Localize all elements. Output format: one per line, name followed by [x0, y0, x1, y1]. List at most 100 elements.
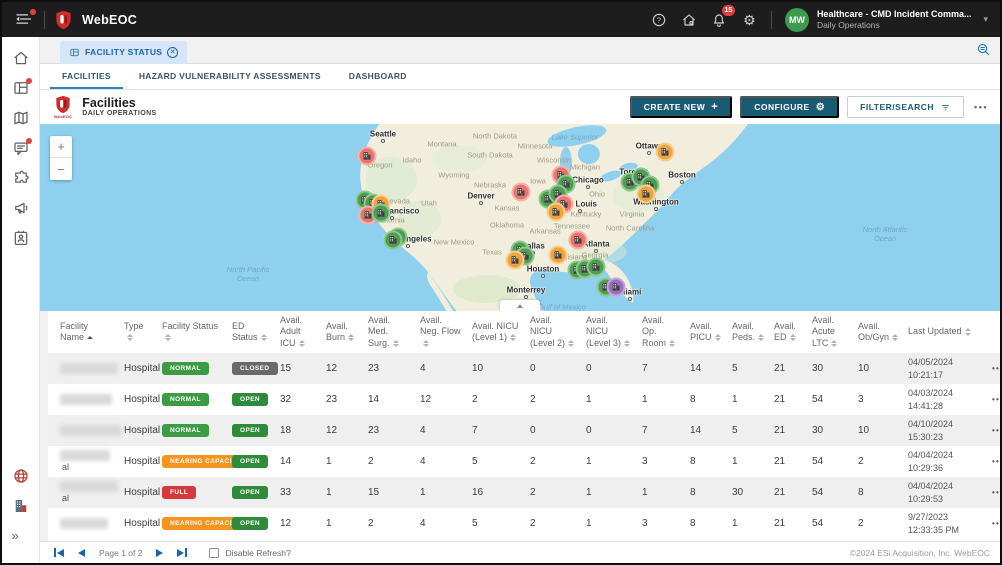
redacted-facility-name: [60, 518, 108, 529]
facility-marker-orange[interactable]: [547, 203, 566, 222]
table-header-row: Facility NameTypeFacility StatusED Statu…: [48, 311, 1000, 353]
availability-value-cell: 3: [852, 384, 902, 415]
facilities-map[interactable]: OregonIdahoMontanaNorth DakotaMinnesotaS…: [40, 124, 1000, 311]
facility-status-badge-cell: NEARING CAPACITY: [156, 446, 226, 477]
sidebar-item-plugins-icon[interactable]: [12, 169, 30, 187]
row-more-button[interactable]: •••: [992, 488, 1000, 497]
column-header-avail-acute-ltc[interactable]: Avail. Acute LTC: [806, 311, 852, 353]
header-more-button[interactable]: •••: [972, 102, 990, 112]
sidebar-item-contacts-icon[interactable]: [12, 229, 30, 247]
availability-value-cell: 21: [768, 477, 806, 508]
facility-marker-red[interactable]: [512, 183, 531, 202]
facility-marker-orange[interactable]: [549, 246, 568, 265]
account-menu[interactable]: MW Healthcare - CMD Incident Comma... Da…: [785, 8, 988, 32]
sidebar-item-expand-icon[interactable]: »: [12, 527, 30, 545]
facility-marker-green[interactable]: [384, 231, 403, 250]
sidebar-item-broadcast-icon[interactable]: [12, 199, 30, 217]
availability-value-cell: 0: [524, 415, 580, 446]
facility-name-cell: [48, 415, 118, 446]
disable-refresh-control[interactable]: Disable Refresh?: [209, 548, 290, 558]
map-city-label: Chicago: [572, 176, 604, 185]
column-header-avail-picu[interactable]: Avail. PICU: [684, 311, 726, 353]
chevron-down-icon[interactable]: ▾: [983, 14, 988, 25]
availability-value-cell: 32: [274, 384, 320, 415]
availability-value-cell: 1: [320, 477, 362, 508]
column-header-avail-nicu-level-3-[interactable]: Avail. NICU (Level 3): [580, 311, 636, 353]
row-more-button[interactable]: •••: [992, 457, 1000, 466]
tab-dashboard[interactable]: DASHBOARD: [337, 64, 419, 89]
column-header-avail-peds-[interactable]: Avail. Peds.: [726, 311, 768, 353]
zoom-in-button[interactable]: +: [50, 136, 72, 158]
row-more-button[interactable]: •••: [992, 364, 1000, 373]
map-state-label: Montana: [427, 140, 456, 149]
column-header-avail-nicu-level-1-[interactable]: Avail. NICU (Level 1): [466, 311, 524, 353]
last-page-button[interactable]: [177, 548, 187, 557]
facility-marker-orange[interactable]: [506, 251, 525, 270]
ed-status-badge: OPEN: [232, 455, 268, 468]
column-header-avail-neg-flow[interactable]: Avail. Neg. Flow: [414, 311, 466, 353]
column-header-avail-adult-icu[interactable]: Avail. Adult ICU: [274, 311, 320, 353]
sidebar-item-home-icon[interactable]: [12, 49, 30, 67]
sort-icon: [393, 340, 399, 348]
facility-marker-red[interactable]: [569, 231, 588, 250]
facility-marker-purple[interactable]: [607, 278, 626, 297]
map-collapse-handle[interactable]: [500, 300, 540, 311]
row-more-button[interactable]: •••: [992, 395, 1000, 404]
ed-status-badge: OPEN: [232, 517, 268, 530]
column-header-facility-name[interactable]: Facility Name: [48, 311, 118, 353]
disable-refresh-checkbox[interactable]: [209, 548, 219, 558]
facility-marker-red[interactable]: [358, 147, 377, 166]
sidebar-item-organization-icon[interactable]: [12, 497, 30, 515]
facility-marker-orange[interactable]: [637, 185, 656, 204]
create-new-button[interactable]: CREATE NEW+: [630, 96, 732, 118]
chip-label: FACILITY STATUS: [85, 47, 162, 57]
column-header-avail-med-surg-[interactable]: Avail. Med. Surg.: [362, 311, 414, 353]
next-page-button[interactable]: [156, 549, 163, 557]
configure-button[interactable]: CONFIGURE⚙: [740, 96, 839, 118]
avatar[interactable]: MW: [785, 8, 809, 32]
column-header-avail-nicu-level-2-[interactable]: Avail. NICU (Level 2): [524, 311, 580, 353]
home-icon[interactable]: [681, 11, 698, 28]
tab-hazard-vulnerability-assessments[interactable]: HAZARD VULNERABILITY ASSESSMENTS: [127, 64, 333, 89]
map-state-label: Kentucky: [571, 210, 602, 219]
column-header-avail-burn[interactable]: Avail. Burn: [320, 311, 362, 353]
help-icon[interactable]: ?: [651, 11, 668, 28]
previous-page-button[interactable]: [78, 549, 85, 557]
last-updated-cell: 04/04/202410:29:36: [902, 446, 986, 477]
facility-name-cell: [48, 508, 118, 539]
tab-facilities[interactable]: FACILITIES: [50, 64, 123, 89]
row-more-button[interactable]: •••: [992, 426, 1000, 435]
settings-gear-icon[interactable]: ⚙: [741, 11, 758, 28]
sort-icon: [965, 328, 971, 336]
chip-close-icon[interactable]: ✕: [167, 47, 178, 58]
last-updated-cell: 04/04/202410:29:53: [902, 477, 986, 508]
column-header-ed-status[interactable]: ED Status: [226, 311, 274, 353]
notifications-bell-icon[interactable]: 15: [711, 11, 728, 28]
facility-marker-green[interactable]: [587, 258, 606, 277]
column-header-type[interactable]: Type: [118, 311, 156, 353]
availability-value-cell: 23: [362, 353, 414, 384]
sidebar-item-boards-icon[interactable]: [12, 79, 30, 97]
sidebar-item-globe-icon[interactable]: [12, 467, 30, 485]
facility-marker-orange[interactable]: [656, 143, 675, 162]
sort-icon: [715, 334, 721, 342]
board-search-icon[interactable]: [976, 42, 992, 58]
sidebar-item-messages-icon[interactable]: [12, 139, 30, 157]
sort-icon: [348, 334, 354, 342]
column-header-last-updated[interactable]: Last Updated: [902, 311, 986, 353]
filter-search-button[interactable]: FILTER/SEARCH: [847, 96, 964, 118]
column-header-avail-ob-gyn[interactable]: Avail. Ob/Gyn: [852, 311, 902, 353]
facility-marker-green[interactable]: [372, 204, 391, 223]
column-header-facility-status[interactable]: Facility Status: [156, 311, 226, 353]
collapse-menu-icon[interactable]: [14, 10, 34, 30]
sidebar-item-maps-icon[interactable]: [12, 109, 30, 127]
facility-status-chip[interactable]: FACILITY STATUS ✕: [60, 41, 187, 64]
row-more-button[interactable]: •••: [992, 519, 1000, 528]
zoom-out-button[interactable]: −: [50, 158, 72, 180]
first-page-button[interactable]: [54, 548, 64, 557]
column-header-avail-op-room[interactable]: Avail. Op. Room: [636, 311, 684, 353]
map-city-dot: [628, 297, 632, 301]
sort-icon: [892, 334, 898, 342]
facility-type-cell: Hospital: [118, 477, 156, 508]
column-header-avail-ed[interactable]: Avail. ED: [768, 311, 806, 353]
